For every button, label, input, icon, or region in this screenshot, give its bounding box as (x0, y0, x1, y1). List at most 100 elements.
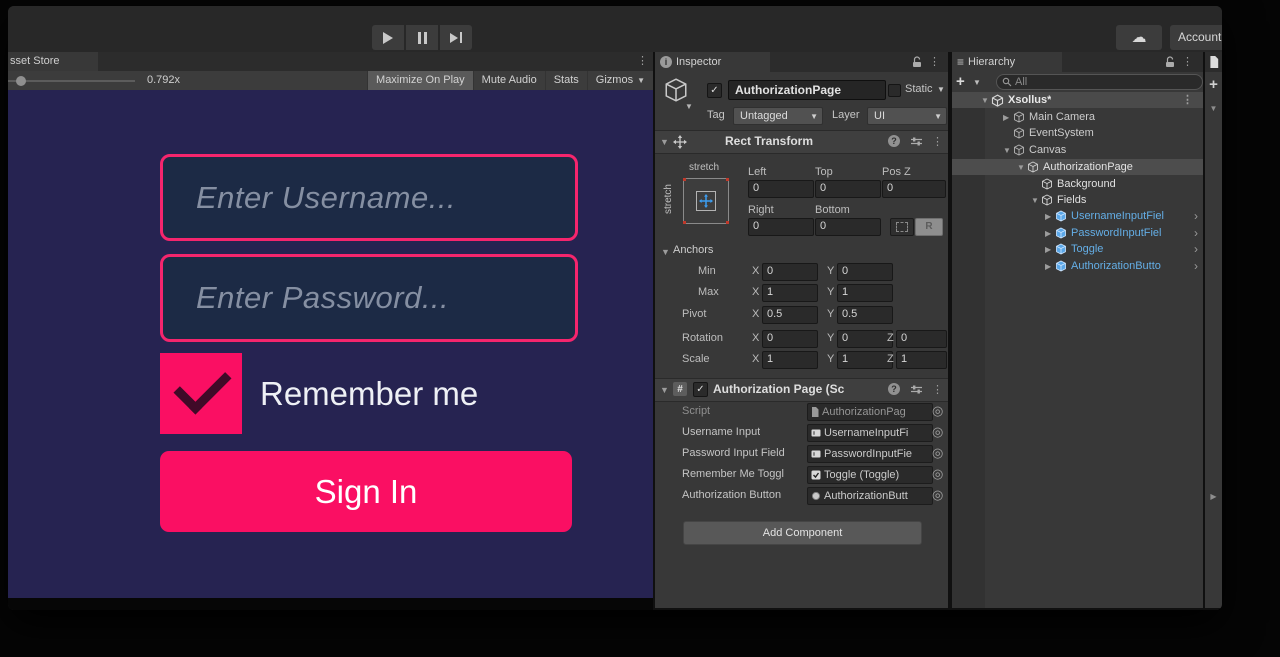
prefab-open-chevron[interactable]: › (1194, 208, 1198, 224)
game-view-menu-icon[interactable]: ⋮ (637, 52, 648, 71)
bottom-field[interactable]: 0 (815, 218, 881, 236)
rect-transform-header[interactable]: ▼ Rect Transform ? ⋮ (655, 130, 948, 154)
tab-hierarchy[interactable]: ≡ Hierarchy (952, 52, 1062, 72)
password-input-object-field[interactable]: PasswordInputFie (807, 445, 933, 463)
prefab-open-chevron[interactable]: › (1194, 258, 1198, 274)
scale-z-field[interactable]: 1 (896, 351, 947, 369)
script-object-field[interactable]: AuthorizationPag (807, 403, 933, 421)
anchors-foldout-icon[interactable]: ▼ (661, 247, 670, 257)
lock-icon[interactable] (1165, 56, 1175, 71)
right-field[interactable]: 0 (748, 218, 814, 236)
lock-icon[interactable] (912, 56, 922, 71)
info-icon: i (660, 56, 672, 68)
create-button[interactable]: + (956, 73, 965, 90)
anchor-preset-widget[interactable] (683, 178, 729, 224)
hierarchy-item-toggle[interactable]: ▶ Toggle › (952, 241, 1203, 257)
rect-transform-body: stretch stretch Left Top Pos Z 0 0 0 Rig… (655, 152, 948, 378)
create-button[interactable]: + (1205, 76, 1222, 93)
remember-me-checkbox[interactable] (160, 353, 242, 434)
toggle-object-field[interactable]: Toggle (Toggle) (807, 466, 933, 484)
raw-edit-mode-button[interactable]: R (915, 218, 943, 236)
foldout-icon[interactable]: ▼ (660, 385, 669, 395)
component-menu-icon[interactable]: ⋮ (932, 133, 943, 152)
create-caret-icon[interactable]: ▼ (973, 78, 981, 87)
posz-field[interactable]: 0 (882, 180, 946, 198)
hierarchy-item-authorizationpage[interactable]: ▼ AuthorizationPage (952, 159, 1203, 175)
object-picker-icon[interactable]: ◎ (932, 445, 943, 461)
scale-y-field[interactable]: 1 (837, 351, 893, 369)
tab-asset-store[interactable]: sset Store (8, 52, 98, 71)
blueprint-mode-button[interactable] (890, 218, 914, 236)
step-button[interactable] (440, 25, 472, 50)
anchors-min-x-field[interactable]: 0 (762, 263, 818, 281)
hierarchy-item-background[interactable]: Background (952, 176, 1203, 192)
top-label: Top (815, 166, 833, 178)
anchors-max-y-field[interactable]: 1 (837, 284, 893, 302)
rotation-z-field[interactable]: 0 (896, 330, 947, 348)
anchors-max-x-field[interactable]: 1 (762, 284, 818, 302)
stats-button[interactable]: Stats (545, 71, 587, 90)
object-picker-icon[interactable]: ◎ (932, 487, 943, 503)
left-field[interactable]: 0 (748, 180, 814, 198)
rotation-y-field[interactable]: 0 (837, 330, 893, 348)
component-enabled-checkbox[interactable]: ✓ (693, 382, 708, 397)
anchors-min-y-field[interactable]: 0 (837, 263, 893, 281)
hierarchy-item-authorizationbutton[interactable]: ▶ AuthorizationButto › (952, 258, 1203, 274)
hierarchy-item-main-camera[interactable]: ▶ Main Camera (952, 109, 1203, 125)
clipped-panel-tab[interactable] (1205, 52, 1222, 72)
hierarchy-item-canvas[interactable]: ▼ Canvas (952, 142, 1203, 158)
object-picker-icon[interactable]: ◎ (932, 403, 943, 419)
rotation-x-field[interactable]: 0 (762, 330, 818, 348)
active-checkbox[interactable]: ✓ (707, 83, 722, 98)
username-input-object-field[interactable]: UsernameInputFi (807, 424, 933, 442)
tab-inspector[interactable]: i Inspector (655, 52, 770, 72)
hierarchy-search-input[interactable]: All (996, 74, 1203, 90)
password-input[interactable]: Enter Password... (160, 254, 578, 342)
top-field[interactable]: 0 (815, 180, 881, 198)
pivot-x-field[interactable]: 0.5 (762, 306, 818, 324)
presets-icon[interactable] (910, 136, 923, 150)
hierarchy-item-fields[interactable]: ▼ Fields (952, 192, 1203, 208)
authorization-page-script-header[interactable]: ▼ # ✓ Authorization Page (Sc ? ⋮ (655, 378, 948, 402)
prefab-open-chevron[interactable]: › (1194, 225, 1198, 241)
add-component-button[interactable]: Add Component (683, 521, 922, 545)
object-picker-icon[interactable]: ◎ (932, 424, 943, 440)
help-icon[interactable]: ? (888, 135, 900, 147)
maximize-on-play-button[interactable]: Maximize On Play (367, 71, 473, 90)
gizmos-dropdown[interactable]: Gizmos▼ (587, 71, 653, 90)
mute-audio-button[interactable]: Mute Audio (473, 71, 545, 90)
authorization-button-object-field[interactable]: AuthorizationButt (807, 487, 933, 505)
gameobject-name-field[interactable]: AuthorizationPage (728, 80, 886, 100)
hierarchy-item-eventsystem[interactable]: EventSystem (952, 125, 1203, 141)
object-picker-icon[interactable]: ◎ (932, 466, 943, 482)
scale-x-field[interactable]: 1 (762, 351, 818, 369)
layer-dropdown[interactable]: UI▼ (867, 107, 947, 125)
presets-icon[interactable] (910, 384, 923, 398)
inspector-menu-icon[interactable]: ⋮ (929, 52, 940, 72)
scale-slider-track[interactable] (8, 80, 135, 82)
scale-slider-knob[interactable] (16, 76, 26, 86)
scene-menu-icon[interactable]: ⋮ (1182, 92, 1193, 108)
play-button[interactable] (372, 25, 404, 50)
account-button[interactable]: Account (1170, 25, 1222, 50)
tag-dropdown[interactable]: Untagged▼ (733, 107, 823, 125)
gameobject-header: ▼ ✓ AuthorizationPage Static ▼ Tag Untag… (655, 72, 948, 131)
cloud-services-button[interactable]: ☁ (1116, 25, 1162, 50)
pause-button[interactable] (406, 25, 438, 50)
static-dropdown-caret[interactable]: ▼ (937, 85, 945, 94)
help-icon[interactable]: ? (888, 383, 900, 395)
component-menu-icon[interactable]: ⋮ (932, 381, 943, 400)
scene-row-xsollus[interactable]: ▼ Xsollus* ⋮ (952, 92, 1203, 108)
static-checkbox[interactable] (888, 84, 901, 97)
username-input[interactable]: Enter Username... (160, 154, 578, 241)
foldout-icon[interactable]: ▼ (660, 137, 669, 147)
pivot-y-field[interactable]: 0.5 (837, 306, 893, 324)
icon-picker-caret[interactable]: ▼ (685, 102, 693, 111)
prefab-open-chevron[interactable]: › (1194, 241, 1198, 257)
hierarchy-menu-icon[interactable]: ⋮ (1182, 52, 1193, 72)
hierarchy-item-passwordinputfield[interactable]: ▶ PasswordInputFiel › (952, 225, 1203, 241)
sign-in-button[interactable]: Sign In (160, 451, 572, 532)
hierarchy-item-usernameinputfield[interactable]: ▶ UsernameInputFiel › (952, 208, 1203, 224)
gameobject-cube-icon (1041, 178, 1053, 190)
rotation-label: Rotation (682, 332, 723, 344)
